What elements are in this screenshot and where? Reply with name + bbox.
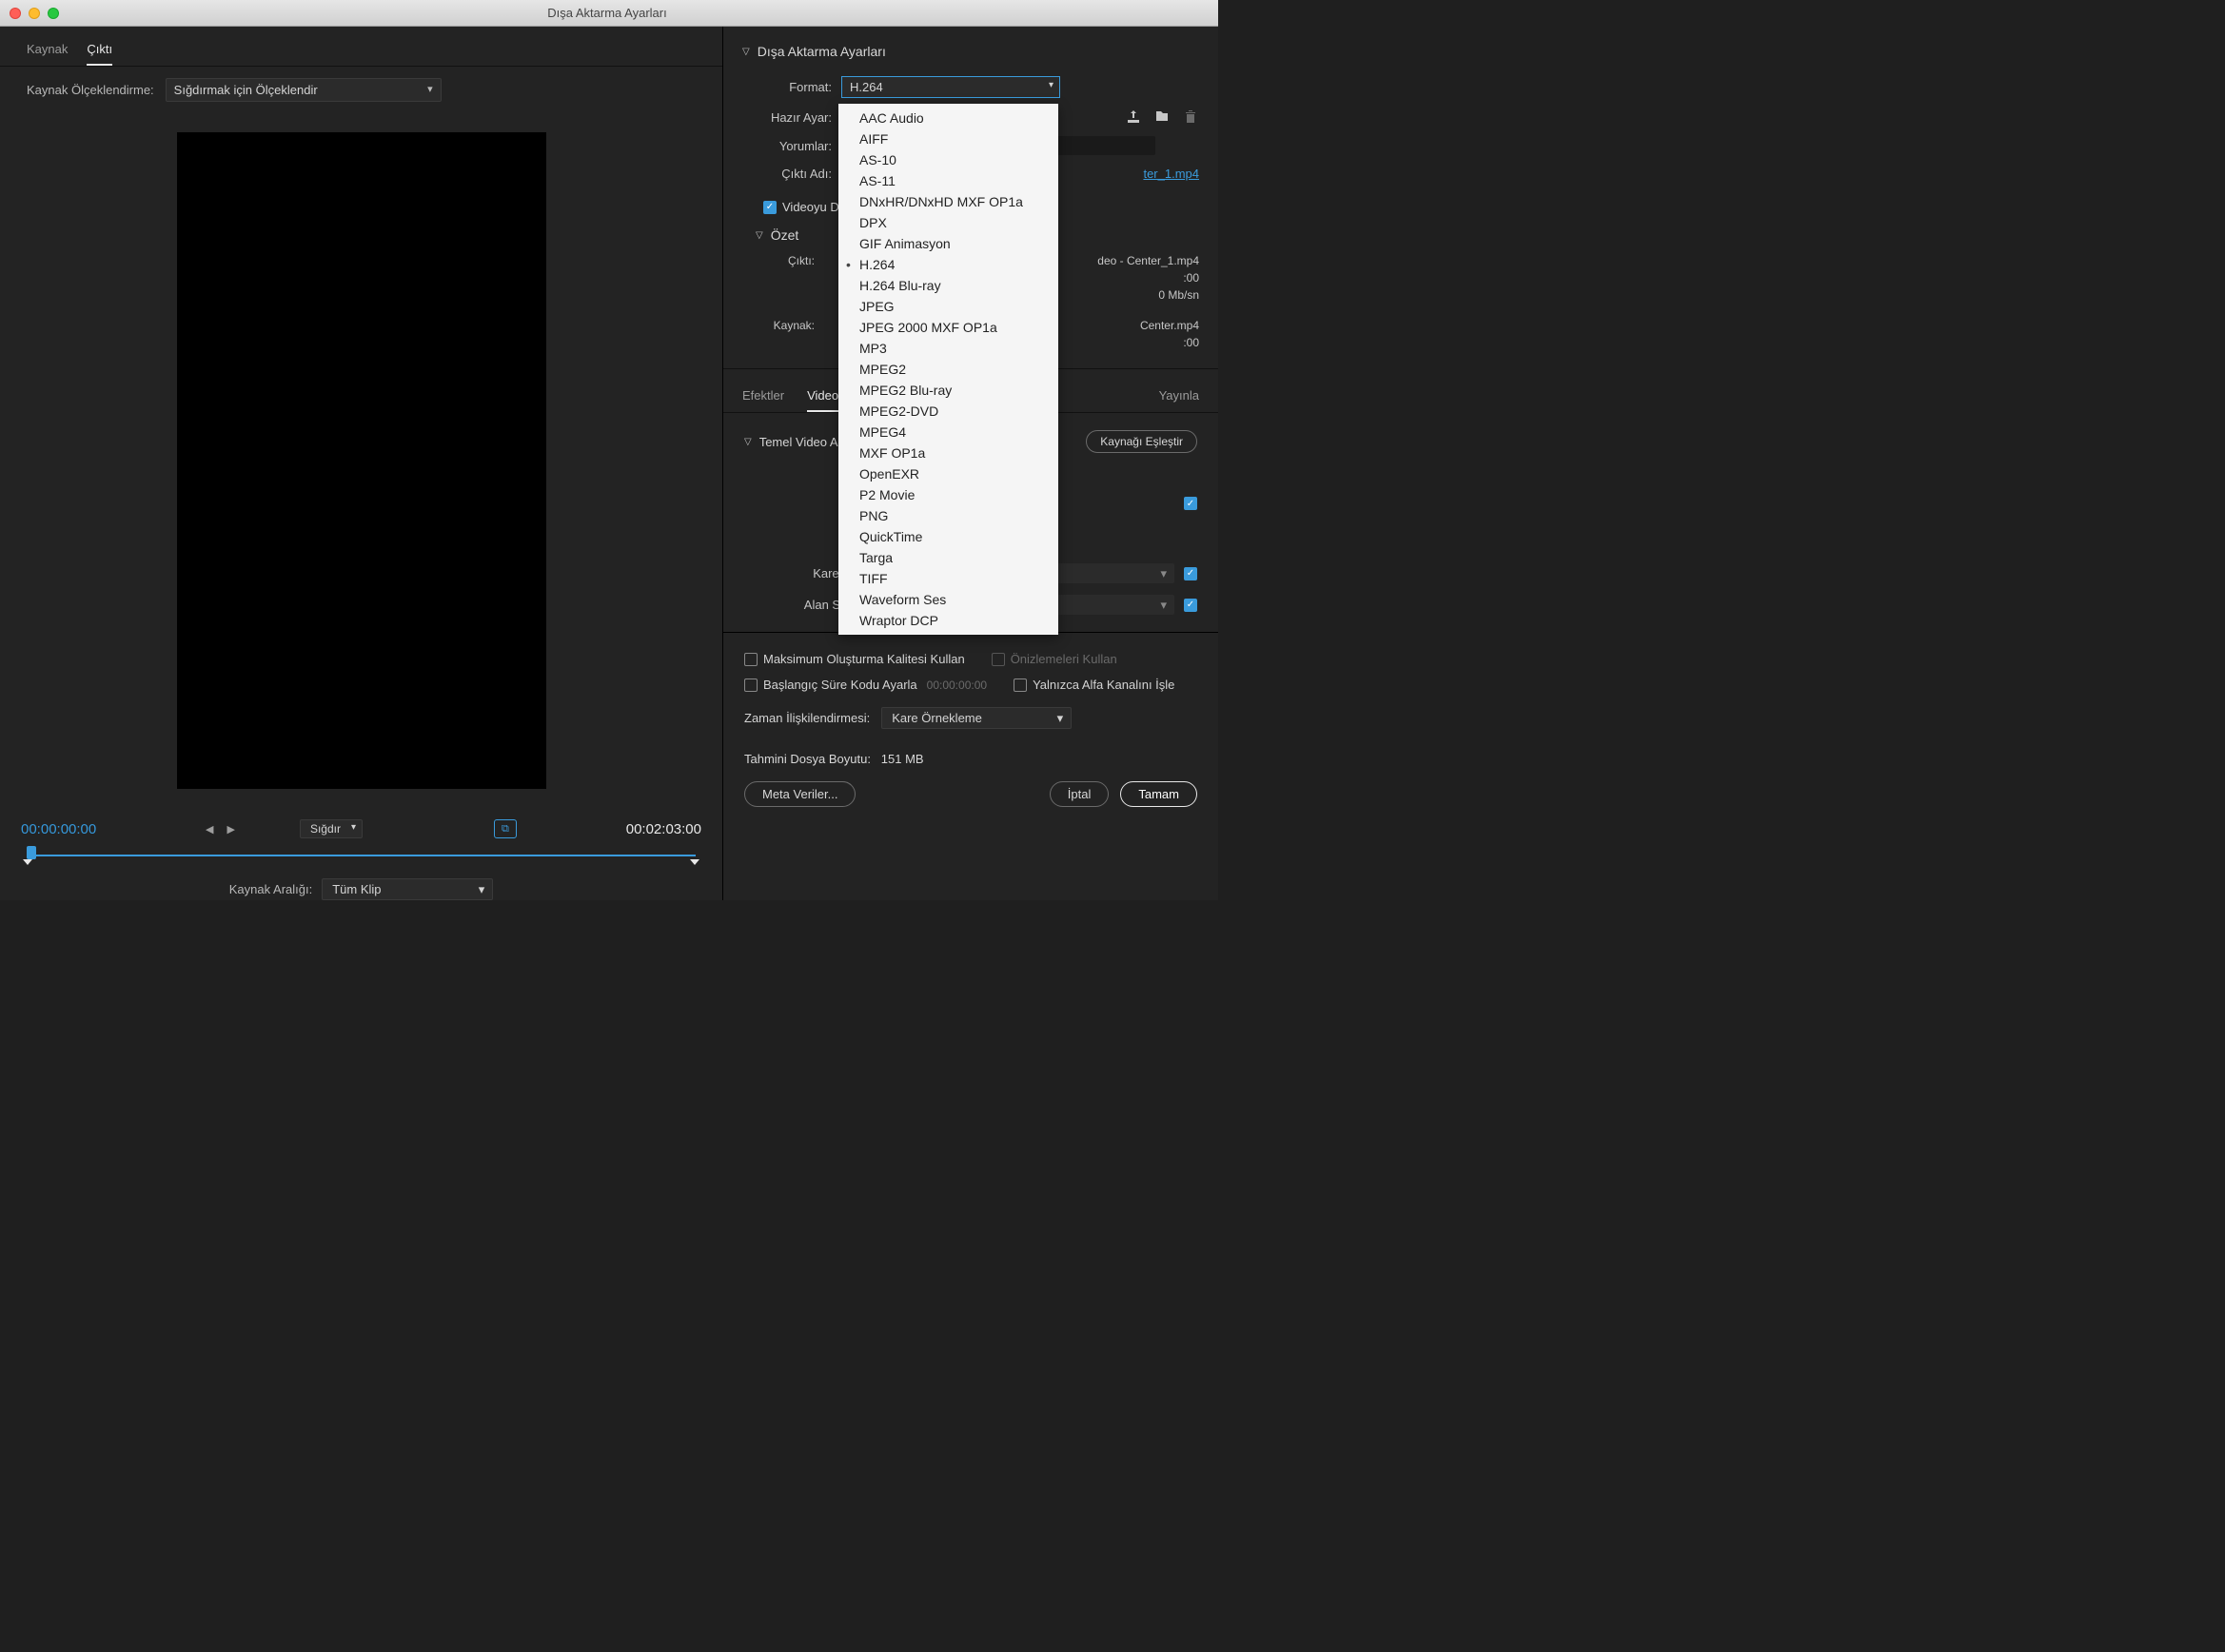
start-timecode-value: 00:00:00:00 [927,678,987,692]
timecode-current[interactable]: 00:00:00:00 [21,821,96,837]
export-settings-window: Dışa Aktarma Ayarları Kaynak Çıktı Kayna… [0,0,1218,900]
format-option[interactable]: AS-10 [838,149,1058,170]
max-quality-checkbox[interactable] [744,653,758,666]
format-option[interactable]: Targa [838,547,1058,568]
format-option[interactable]: GIF Animasyon [838,233,1058,254]
export-settings-title: Dışa Aktarma Ayarları [758,44,886,59]
metadata-button[interactable]: Meta Veriler... [744,781,856,807]
in-point-icon[interactable] [23,859,32,865]
chevron-down-icon: ▽ [744,437,752,447]
preset-label: Hazır Ayar: [763,110,832,125]
format-option[interactable]: MPEG2 Blu-ray [838,380,1058,401]
comments-label: Yorumlar: [763,139,832,153]
format-option[interactable]: MPEG4 [838,422,1058,442]
minimize-window-icon[interactable] [29,8,40,19]
format-option[interactable]: QuickTime [838,526,1058,547]
transport-controls: 00:00:00:00 ◀ ▶ Sığdır ⧉ 00:02:03:00 [0,808,722,921]
preview-panel: Kaynak Çıktı Kaynak Ölçeklendirme: Sığdı… [0,27,723,900]
close-window-icon[interactable] [10,8,21,19]
chevron-down-icon: ▽ [742,47,750,57]
basic-video-header: Temel Video A [759,435,838,449]
alpha-only-checkbox[interactable] [1014,678,1027,692]
format-option[interactable]: MP3 [838,338,1058,359]
tab-source[interactable]: Kaynak [27,36,68,66]
summary-title: Özet [771,227,799,243]
max-quality-label: Maksimum Oluşturma Kalitesi Kullan [763,652,965,666]
ok-button[interactable]: Tamam [1120,781,1197,807]
output-name-label: Çıktı Adı: [763,167,832,181]
format-option[interactable]: JPEG [838,296,1058,317]
format-option[interactable]: Waveform Ses [838,589,1058,610]
scaling-select[interactable]: Sığdırmak için Ölçeklendir [166,78,442,102]
prev-frame-icon[interactable]: ◀ [206,823,213,836]
format-option[interactable]: AAC Audio [838,108,1058,128]
format-option[interactable]: DPX [838,212,1058,233]
next-frame-icon[interactable]: ▶ [226,823,234,836]
format-option[interactable]: MPEG2-DVD [838,401,1058,422]
titlebar: Dışa Aktarma Ayarları [0,0,1218,27]
tab-video[interactable]: Video [807,384,838,412]
tab-output[interactable]: Çıktı [87,36,112,66]
start-timecode-label: Başlangıç Süre Kodu Ayarla [763,678,917,692]
window-title: Dışa Aktarma Ayarları [59,6,1155,20]
aspect-correction-icon[interactable]: ⧉ [494,819,517,838]
format-option[interactable]: JPEG 2000 MXF OP1a [838,317,1058,338]
format-option[interactable]: AIFF [838,128,1058,149]
use-previews-checkbox [992,653,1005,666]
filesize-value: 151 MB [881,752,924,766]
format-option[interactable]: MPEG2 [838,359,1058,380]
timecode-end: 00:02:03:00 [626,821,701,837]
filesize-label: Tahmini Dosya Boyutu: [744,752,871,766]
format-option[interactable]: H.264 Blu-ray [838,275,1058,296]
chevron-down-icon: ▽ [756,230,763,241]
output-filename-link[interactable]: ter_1.mp4 [1143,167,1199,181]
format-option[interactable]: AS-11 [838,170,1058,191]
delete-preset-icon [1182,109,1199,125]
format-option[interactable]: DNxHR/DNxHD MXF OP1a [838,191,1058,212]
alpha-only-label: Yalnızca Alfa Kanalını İşle [1033,678,1174,692]
maximize-window-icon[interactable] [48,8,59,19]
format-option[interactable]: H.264 [838,254,1058,275]
export-settings-header[interactable]: ▽ Dışa Aktarma Ayarları [742,34,1199,65]
playhead-icon[interactable] [27,846,36,859]
scaling-label: Kaynak Ölçeklendirme: [27,83,154,97]
source-range-select[interactable]: Tüm Klip [322,878,493,900]
frame-rate-match-checkbox[interactable] [1184,567,1197,580]
time-interp-select[interactable]: Kare Örnekleme [881,707,1072,729]
out-point-icon[interactable] [690,859,699,865]
save-preset-icon[interactable] [1125,109,1142,125]
tab-publish[interactable]: Yayınla [1159,384,1199,412]
export-video-checkbox[interactable] [763,201,777,214]
format-option[interactable]: P2 Movie [838,484,1058,505]
match-source-button[interactable]: Kaynağı Eşleştir [1086,430,1197,453]
timeline-scrubber[interactable] [21,846,701,863]
field-order-match-checkbox[interactable] [1184,599,1197,612]
start-timecode-checkbox[interactable] [744,678,758,692]
export-video-label: Videoyu D [782,200,839,214]
source-range-label: Kaynak Aralığı: [229,882,312,896]
bottom-options: Maksimum Oluşturma Kalitesi Kullan Önizl… [723,632,1218,826]
format-dropdown-menu[interactable]: AAC AudioAIFFAS-10AS-11DNxHR/DNxHD MXF O… [838,104,1058,635]
preview-area [0,113,722,808]
format-option[interactable]: TIFF [838,568,1058,589]
tab-effects[interactable]: Efektler [742,384,784,412]
basic-video-checkbox-1[interactable] [1184,497,1197,510]
format-option[interactable]: PNG [838,505,1058,526]
video-preview [177,132,546,789]
format-select[interactable]: H.264 [841,76,1060,98]
format-label: Format: [763,80,832,94]
format-option[interactable]: MXF OP1a [838,442,1058,463]
cancel-button[interactable]: İptal [1050,781,1110,807]
time-interp-label: Zaman İlişkilendirmesi: [744,711,870,725]
format-option[interactable]: OpenEXR [838,463,1058,484]
format-option[interactable]: Wraptor DCP [838,610,1058,631]
zoom-fit-select[interactable]: Sığdır [300,819,363,838]
import-preset-icon[interactable] [1153,109,1171,125]
use-previews-label: Önizlemeleri Kullan [1011,652,1117,666]
